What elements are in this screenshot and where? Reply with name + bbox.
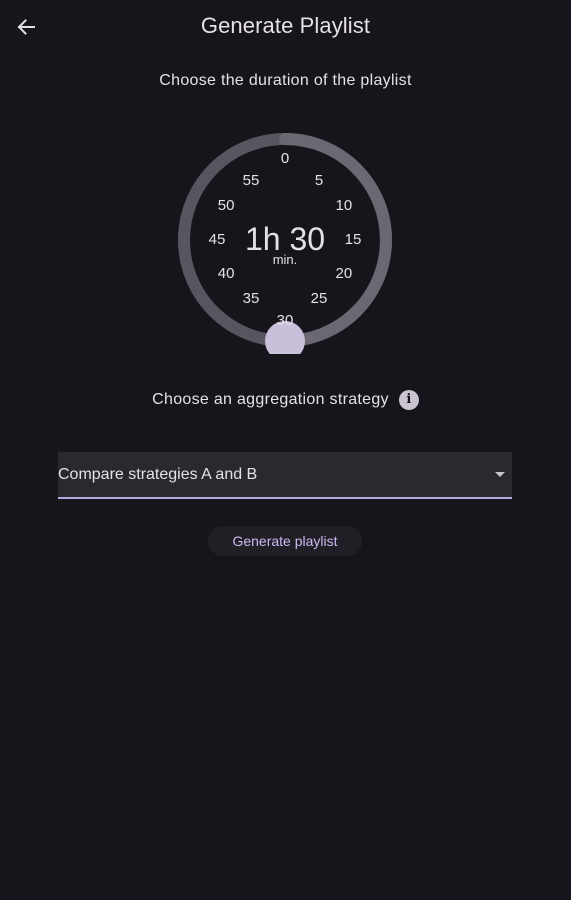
dial-tick-30: 30 [276, 312, 294, 329]
dial-tick-40: 40 [217, 265, 235, 282]
duration-label: Choose the duration of the playlist [159, 72, 412, 89]
generate-playlist-button[interactable]: Generate playlist [208, 526, 362, 556]
aggregation-strategy-label: Choose an aggregation strategy [152, 391, 389, 408]
duration-dial[interactable]: 0 5 10 15 20 25 30 35 40 45 50 55 1h 30 min. [171, 126, 399, 354]
dial-tick-25: 25 [310, 289, 328, 307]
dial-tick-20: 20 [335, 265, 353, 282]
dial-tick-5: 5 [314, 172, 324, 190]
dial-tick-0: 0 [280, 150, 290, 167]
duration-unit: min. [272, 252, 298, 267]
dial-tick-55: 55 [242, 172, 260, 190]
aggregation-strategy-row: Choose an aggregation strategy i [0, 390, 571, 410]
aggregation-strategy-value: Compare strategies A and B [58, 466, 258, 483]
dial-tick-10: 10 [335, 197, 353, 214]
info-icon[interactable]: i [398, 390, 419, 410]
page-title: Generate Playlist [200, 13, 371, 38]
generate-playlist-screen: Generate Playlist Choose the duration of… [0, 0, 571, 900]
aggregation-strategy-select[interactable]: Compare strategies A and B [58, 452, 512, 499]
dial-tick-50: 50 [217, 197, 235, 214]
dial-tick-35: 35 [242, 289, 260, 307]
caret-down-icon [495, 472, 505, 477]
